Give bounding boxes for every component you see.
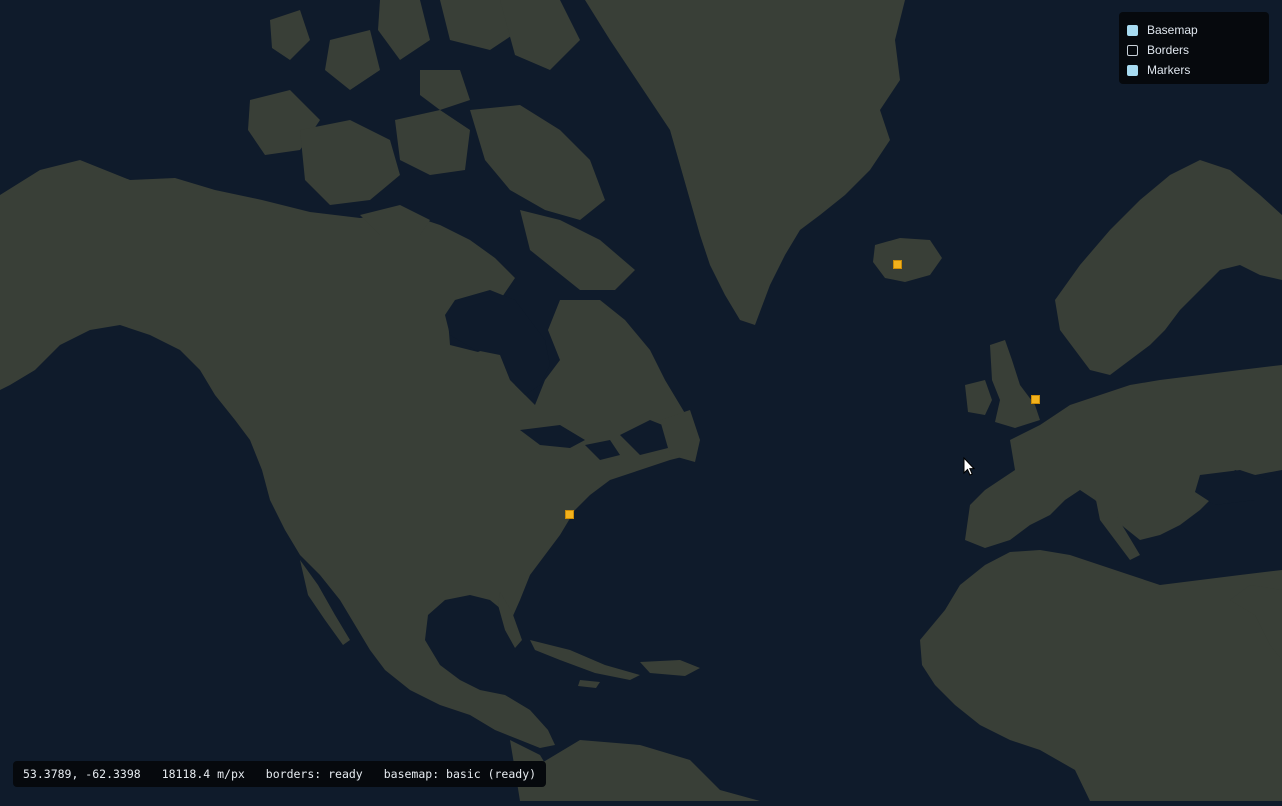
layer-label-borders: Borders <box>1147 43 1190 57</box>
map-marker-new-york[interactable] <box>564 509 574 519</box>
layer-label-basemap: Basemap <box>1147 23 1198 37</box>
arrow-cursor-icon <box>963 457 975 476</box>
basemap-status: basemap: basic (ready) <box>383 767 537 781</box>
map-canvas[interactable] <box>0 0 1282 801</box>
layer-label-markers: Markers <box>1147 63 1191 77</box>
land-south-america <box>530 740 760 801</box>
land-uk <box>990 340 1040 428</box>
map-marker-reykjavik[interactable] <box>893 259 903 269</box>
layer-toggle-borders[interactable]: Borders <box>1127 40 1269 60</box>
land-scandinavia <box>1055 160 1282 375</box>
land-greenland <box>585 0 905 325</box>
land-ireland <box>965 380 992 415</box>
cursor-coordinates: 53.3789, -62.3398 <box>23 767 141 781</box>
checkbox-basemap[interactable] <box>1127 24 1138 36</box>
layer-control-panel: Basemap Borders Markers <box>1119 12 1269 84</box>
checkbox-markers[interactable] <box>1127 64 1138 76</box>
status-bar: 53.3789, -62.3398 18118.4 m/px borders: … <box>13 761 547 787</box>
layer-toggle-basemap[interactable]: Basemap <box>1127 20 1269 40</box>
layer-toggle-markers[interactable]: Markers <box>1127 60 1269 80</box>
basemap-layer <box>0 0 1282 801</box>
land-cuba <box>530 640 640 680</box>
land-iceland <box>873 238 942 282</box>
checkbox-borders[interactable] <box>1127 44 1138 56</box>
map-marker-london[interactable] <box>1030 394 1040 404</box>
map-resolution: 18118.4 m/px <box>161 767 245 781</box>
land-africa <box>920 550 1282 801</box>
borders-status: borders: ready <box>265 767 363 781</box>
